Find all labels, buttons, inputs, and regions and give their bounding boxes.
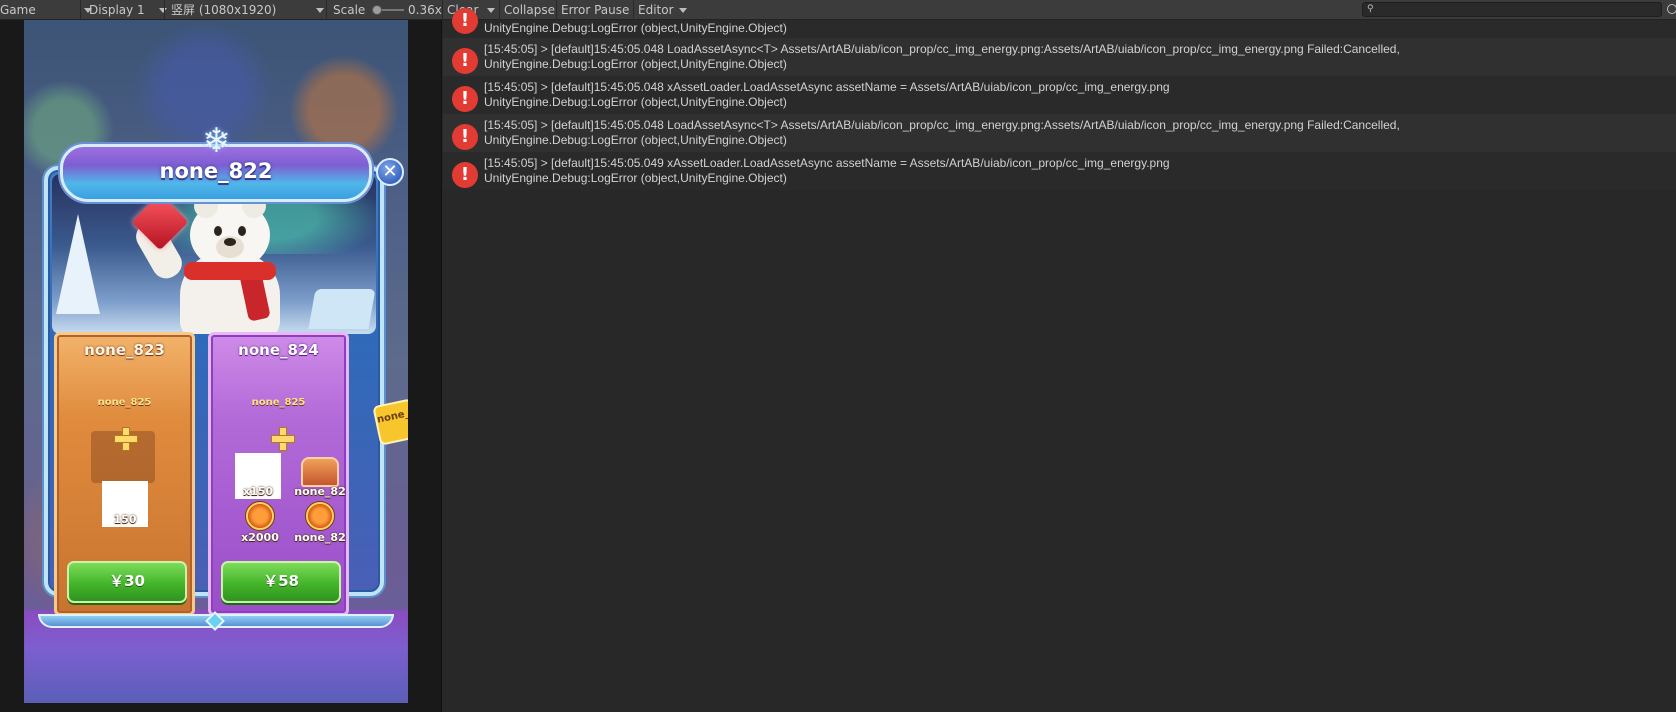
game-screen[interactable]: ❄ none_822 ✕ none_823 none_825 150 ￥30 n… (24, 20, 408, 703)
close-button[interactable]: ✕ (376, 158, 404, 186)
popup-title: none_822 (159, 159, 273, 183)
log-list[interactable]: ! UnityEngine.Debug:LogError (object,Uni… (443, 8, 1676, 190)
editor-label: Editor (638, 3, 674, 17)
card-title: none_824 (238, 341, 319, 359)
snow-tree (56, 214, 100, 314)
chevron-down-icon (316, 8, 325, 13)
item-quantity: x2000 (241, 531, 279, 544)
log-line: UnityEngine.Debug:LogError (object,Unity… (484, 95, 787, 109)
gear-coin-icon (305, 501, 335, 531)
plus-icon (114, 427, 138, 451)
chevron-down-icon (487, 8, 495, 13)
card-title: none_823 (84, 341, 165, 359)
scale-value: 0.36x (408, 3, 442, 17)
game-toolbar: Game Display 1 竖屏 (1080x1920) Scale 0.36… (0, 0, 442, 20)
log-line: [15:45:05] > [default]15:45:05.048 xAsse… (484, 80, 1170, 94)
game-view-panel: Game Display 1 竖屏 (1080x1920) Scale 0.36… (0, 0, 442, 712)
console-toolbar: Clear Collapse Error Pause Editor ⚲ (443, 0, 1676, 20)
pack-card-left: none_823 none_825 150 ￥30 (54, 332, 195, 616)
log-line: [15:45:05] > [default]15:45:05.049 xAsse… (484, 156, 1170, 170)
log-line: UnityEngine.Debug:LogError (object,Unity… (484, 133, 787, 147)
card-subtitle: none_825 (251, 397, 306, 408)
item-quantity: none_82 (294, 531, 346, 544)
error-pause-toggle[interactable]: Error Pause (557, 0, 633, 20)
error-icon: ! (452, 86, 478, 112)
treasure-chest-icon (301, 457, 339, 487)
log-entry[interactable]: ! [15:45:05] > [default]15:45:05.048 Loa… (443, 38, 1676, 76)
game-view-label: Game (0, 3, 36, 17)
collapse-toggle[interactable]: Collapse (500, 0, 559, 20)
resolution-dropdown[interactable]: 竖屏 (1080x1920) (171, 0, 325, 20)
plus-icon (271, 427, 295, 451)
display-dropdown[interactable]: Display 1 (89, 0, 167, 20)
item-quantity: x150 (242, 485, 274, 498)
log-line: [15:45:05] > [default]15:45:05.048 LoadA… (484, 42, 1400, 56)
log-text: UnityEngine.Debug:LogError (object,Unity… (484, 21, 787, 35)
log-entry[interactable]: ! [15:45:05] > [default]15:45:05.048 Loa… (443, 114, 1676, 152)
resolution-label: 竖屏 (1080x1920) (171, 3, 277, 17)
log-text: [15:45:05] > [default]15:45:05.048 LoadA… (484, 118, 1400, 148)
log-line: UnityEngine.Debug:LogError (object,Unity… (484, 171, 787, 185)
log-text: [15:45:05] > [default]15:45:05.048 xAsse… (484, 80, 1170, 110)
log-text: [15:45:05] > [default]15:45:05.048 LoadA… (484, 42, 1400, 72)
gift-pack-popup: ❄ none_822 ✕ none_823 none_825 150 ￥30 n… (34, 104, 408, 631)
console-panel: Clear Collapse Error Pause Editor ⚲ ! Un… (443, 0, 1676, 712)
log-entry-partial[interactable]: ! UnityEngine.Debug:LogError (object,Uni… (443, 8, 1676, 38)
chevron-down-icon (158, 8, 167, 13)
chevron-down-icon (679, 8, 688, 13)
buy-button-58[interactable]: ￥58 (221, 561, 341, 603)
log-line: [15:45:05] > [default]15:45:05.048 LoadA… (484, 118, 1400, 132)
error-icon: ! (452, 48, 478, 74)
error-icon: ! (452, 162, 478, 188)
log-entry[interactable]: ! [15:45:05] > [default]15:45:05.049 xAs… (443, 152, 1676, 190)
buy-button-30[interactable]: ￥30 (67, 561, 187, 603)
item-quantity: 150 (113, 513, 137, 526)
log-text: [15:45:05] > [default]15:45:05.049 xAsse… (484, 156, 1170, 186)
clear-options-dropdown[interactable] (483, 0, 499, 20)
editor-window: Game Display 1 竖屏 (1080x1920) Scale 0.36… (0, 0, 1676, 712)
game-view-dropdown[interactable]: Game (0, 0, 92, 20)
ice-block (308, 289, 376, 329)
close-icon: ✕ (382, 161, 398, 182)
gear-coin-icon (245, 501, 275, 531)
error-icon: ! (452, 124, 478, 150)
display-label: Display 1 (89, 3, 145, 17)
search-icon: ⚲ (1367, 4, 1374, 14)
log-entry[interactable]: ! [15:45:05] > [default]15:45:05.048 xAs… (443, 76, 1676, 114)
scale-label: Scale (333, 3, 366, 17)
log-line: UnityEngine.Debug:LogError (object,Unity… (484, 57, 787, 71)
card-subtitle: none_825 (97, 397, 152, 408)
scale-slider-handle[interactable] (372, 5, 382, 15)
pack-card-right: none_824 none_825 x150 none_82 x2000 non… (208, 332, 349, 616)
item-quantity: none_82 (294, 485, 346, 498)
console-search-input[interactable]: ⚲ (1362, 2, 1662, 17)
error-icon: ! (452, 8, 478, 34)
snowflake-icon: ❄ (202, 121, 231, 161)
toggle-circle-icon[interactable] (1667, 4, 1676, 14)
editor-dropdown[interactable]: Editor (634, 0, 691, 20)
